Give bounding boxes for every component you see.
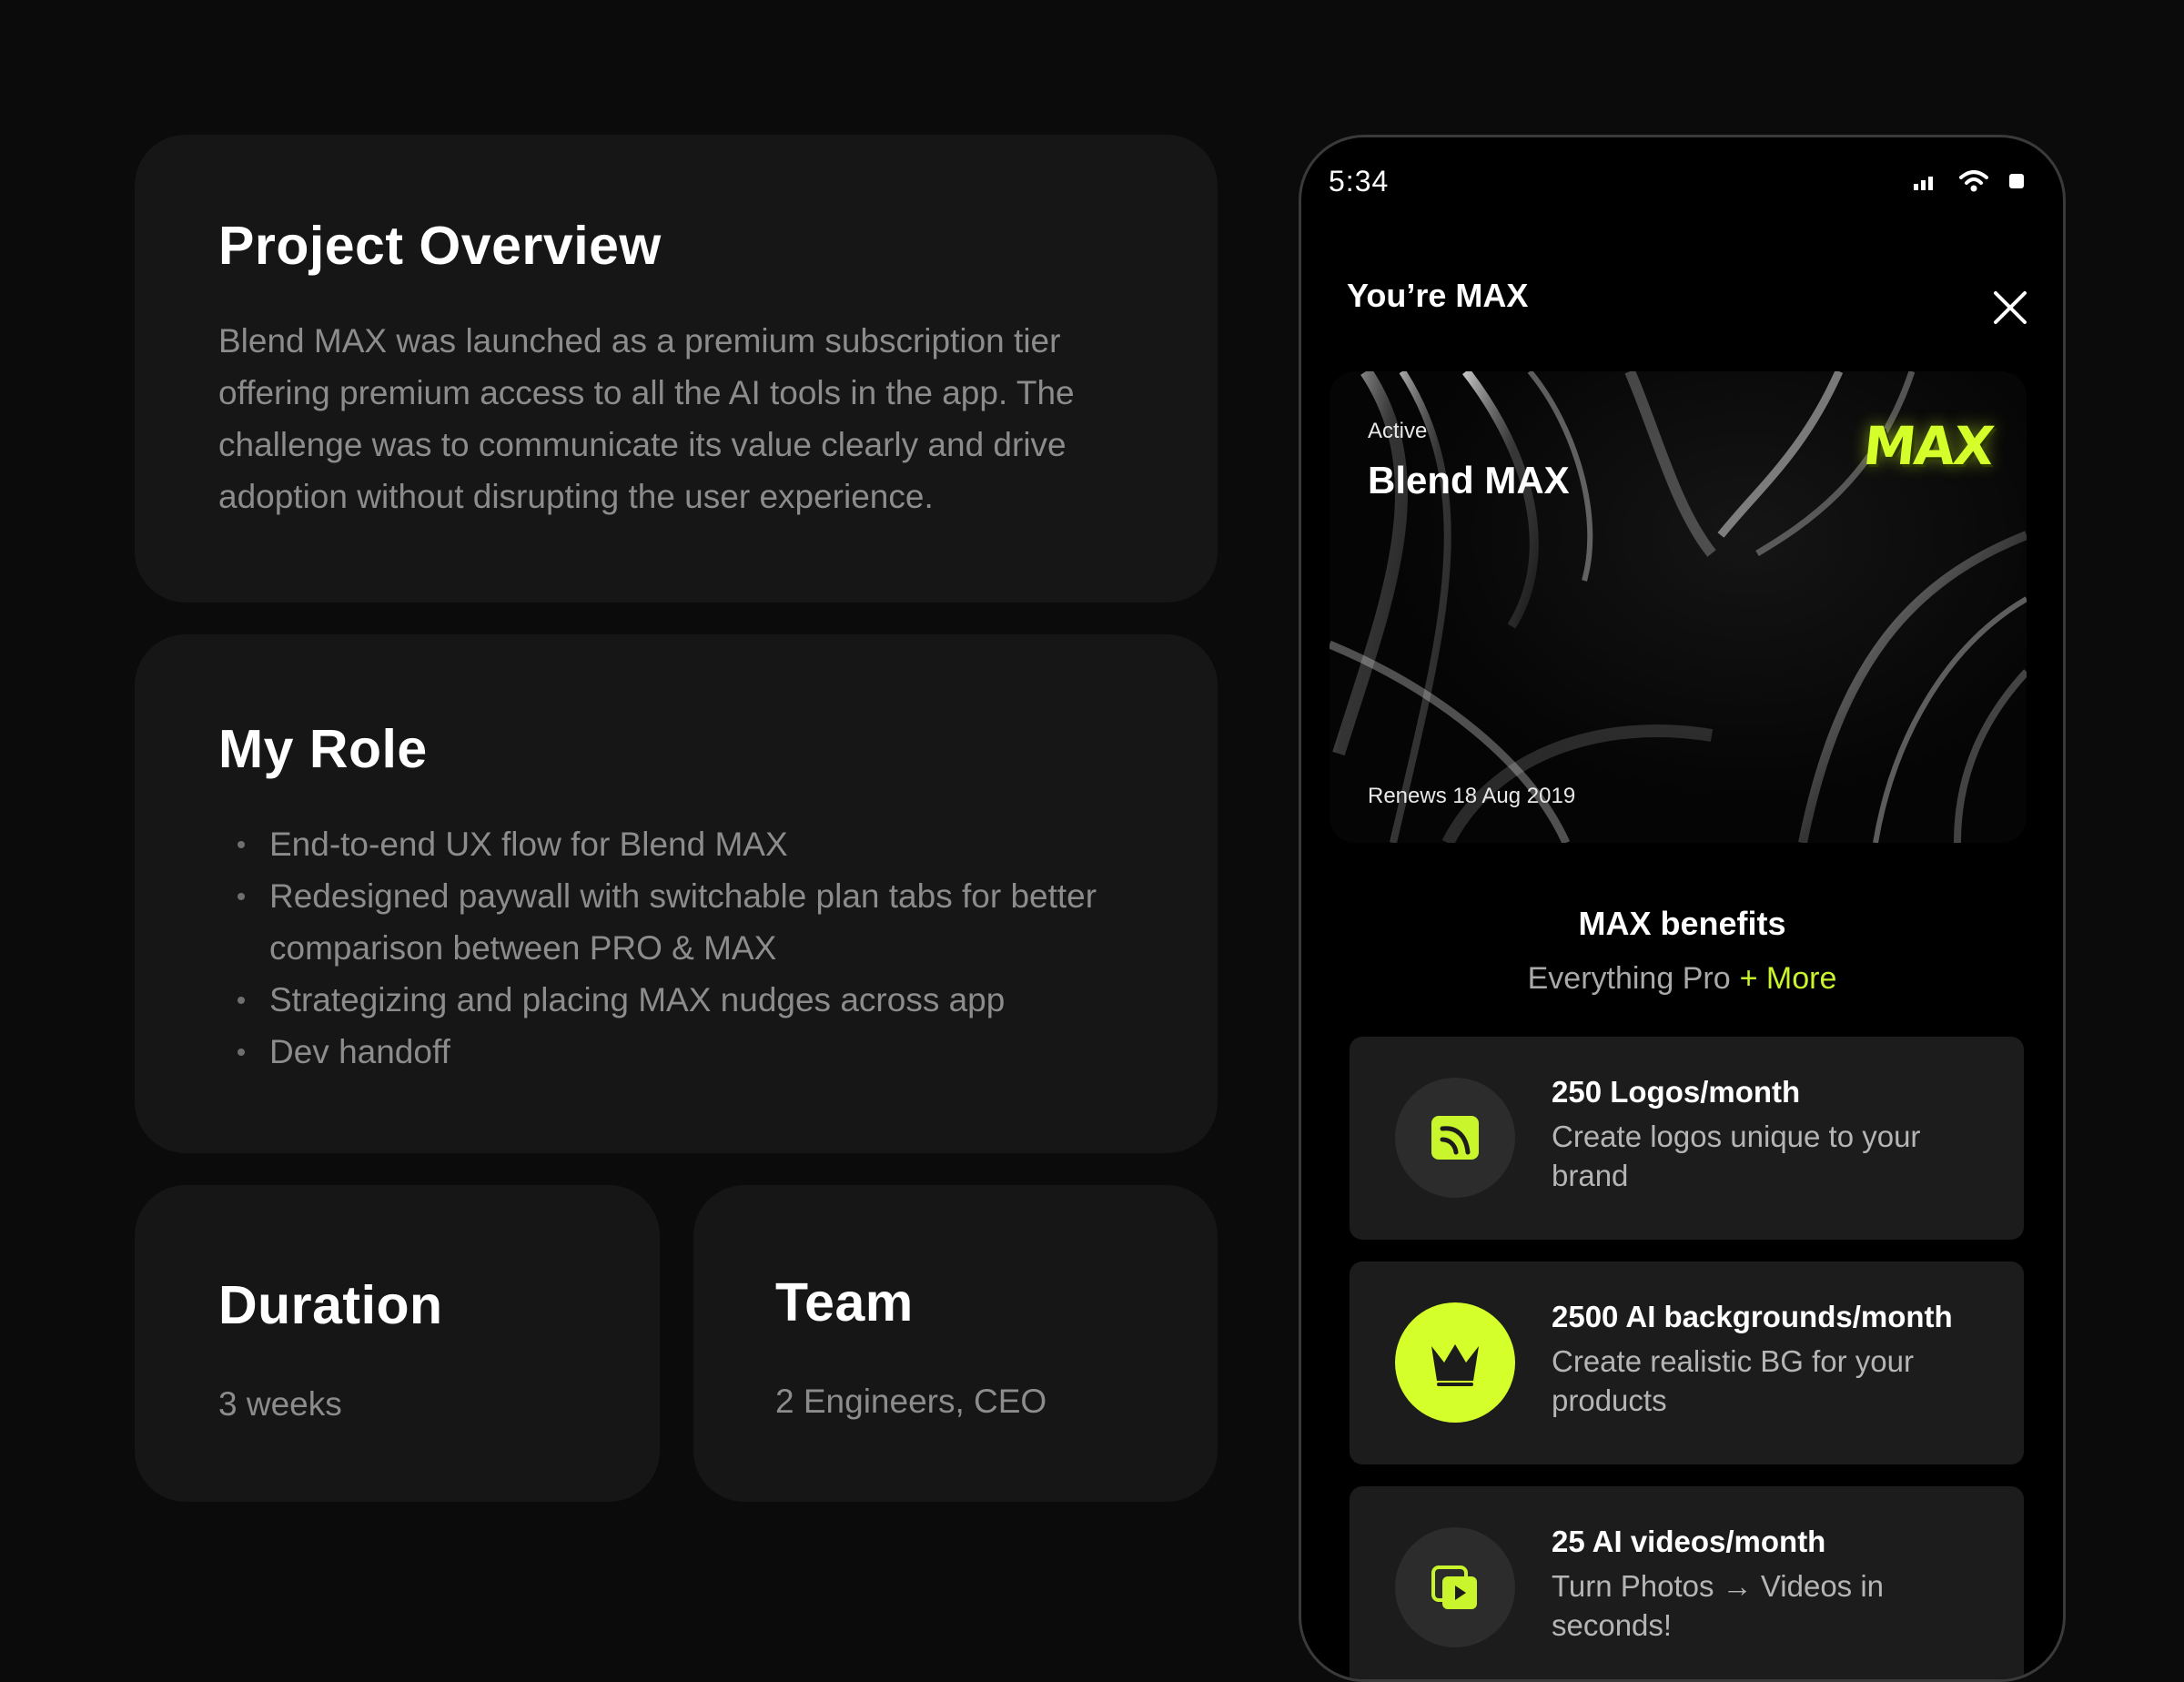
duration-card: Duration 3 weeks [135, 1185, 660, 1502]
benefit-card-backgrounds: 2500 AI backgrounds/month Create realist… [1350, 1262, 2024, 1464]
role-list-item: Strategizing and placing MAX nudges acro… [218, 974, 1134, 1026]
status-bar-icons [1912, 170, 2027, 192]
benefits-sub-text: Everything Pro [1527, 961, 1731, 996]
benefit-title: 250 Logos/month [1552, 1075, 1801, 1109]
battery-icon [2009, 174, 2024, 188]
my-role-title: My Role [218, 719, 428, 779]
role-list-item: End-to-end UX flow for Blend MAX [218, 818, 1134, 870]
role-list-item: Redesigned paywall with switchable plan … [218, 870, 1134, 974]
benefit-card-logos: 250 Logos/month Create logos unique to y… [1350, 1037, 2024, 1240]
benefit-title: 2500 AI backgrounds/month [1552, 1300, 1953, 1333]
status-time: 5:34 [1329, 165, 1390, 198]
duration-value: 3 weeks [218, 1385, 342, 1423]
benefit-icon-wrap [1395, 1302, 1515, 1423]
team-title: Team [775, 1272, 914, 1332]
benefits-more-text: + More [1739, 961, 1837, 996]
max-logo: MAX [1860, 415, 1996, 477]
benefit-icon-wrap [1395, 1078, 1515, 1198]
benefits-subheading: Everything Pro + More [1301, 961, 2063, 997]
my-role-card: My Role End-to-end UX flow for Blend MAX… [135, 634, 1218, 1153]
phone-mockup: 5:34 You’re MAX Active Blend MAX MAX Ren… [1299, 135, 2066, 1682]
benefit-description: Create logos unique to your brand [1552, 1120, 1921, 1192]
benefit-icon-wrap [1395, 1527, 1515, 1647]
subscription-status: Active [1368, 419, 1428, 443]
team-card: Team 2 Engineers, CEO [693, 1185, 1218, 1502]
close-icon[interactable] [1990, 288, 2030, 328]
logo-mark-icon [1431, 1116, 1479, 1160]
benefit-description: Turn Photos → Videos in seconds! [1552, 1569, 1885, 1642]
benefit-card-videos: 25 AI videos/month Turn Photos → Videos … [1350, 1486, 2024, 1679]
subscription-title: Blend MAX [1368, 459, 1570, 502]
benefit-title: 25 AI videos/month [1552, 1525, 1826, 1558]
team-value: 2 Engineers, CEO [775, 1383, 1047, 1420]
benefit-description: Create realistic BG for your products [1552, 1344, 1914, 1417]
page-title: You’re MAX [1347, 277, 1529, 314]
duration-title: Duration [218, 1275, 443, 1335]
signal-icon [1914, 177, 1933, 190]
renewal-date: Renews 18 Aug 2019 [1368, 784, 1576, 808]
video-play-icon [1431, 1565, 1477, 1609]
project-overview-card: Project Overview Blend MAX was launched … [135, 135, 1218, 603]
benefits-heading: MAX benefits [1578, 905, 1786, 942]
project-overview-text: Blend MAX was launched as a premium subs… [218, 322, 1075, 515]
subscription-banner: Active Blend MAX MAX Renews 18 Aug 2019 [1330, 371, 2027, 843]
wifi-icon [1959, 170, 1988, 192]
project-overview-title: Project Overview [218, 216, 662, 276]
role-list-item: Dev handoff [218, 1026, 1134, 1078]
role-list: End-to-end UX flow for Blend MAX Redesig… [218, 818, 1134, 1078]
crown-background-icon [1431, 1344, 1479, 1386]
